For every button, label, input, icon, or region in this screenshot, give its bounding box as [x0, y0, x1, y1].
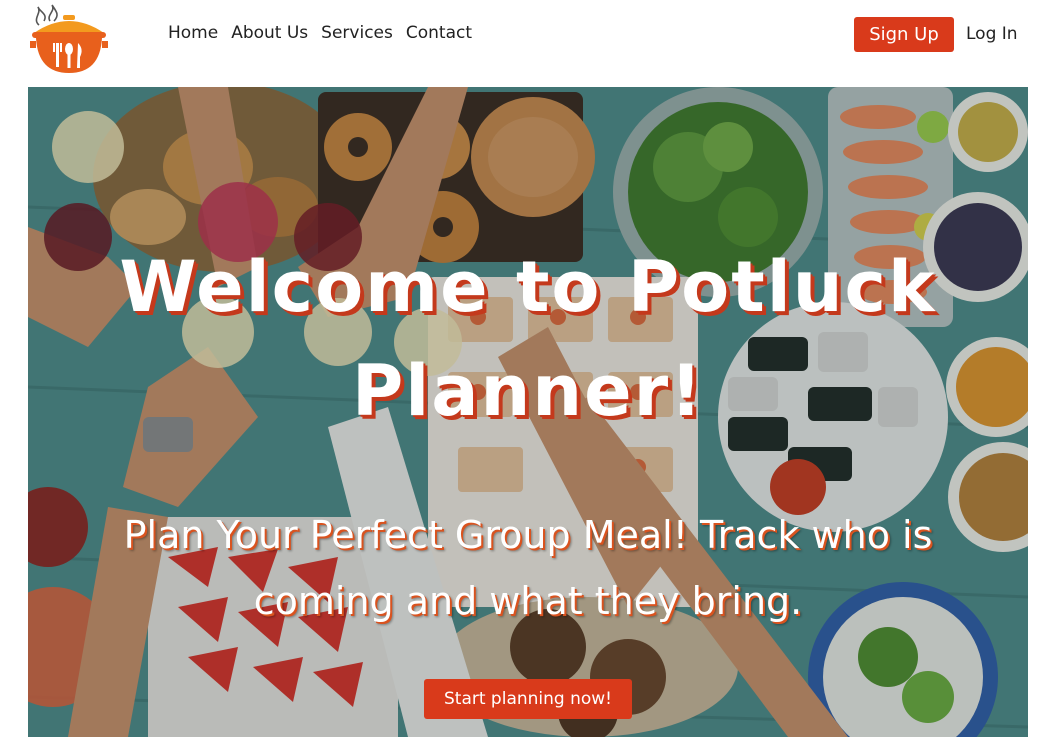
login-link[interactable]: Log In [966, 23, 1018, 45]
nav-services-link[interactable]: Services [321, 22, 393, 44]
nav-about-link[interactable]: About Us [231, 22, 308, 44]
nav-contact-link[interactable]: Contact [406, 22, 472, 44]
signup-button[interactable]: Sign Up [854, 17, 954, 52]
hero-banner: Welcome to Potluck Planner! Plan Your Pe… [28, 87, 1028, 737]
hero-title: Welcome to Potluck Planner! [119, 246, 937, 432]
site-header: Home About Us Services Contact Sign Up L… [0, 0, 1056, 87]
hero-subtitle: Plan Your Perfect Group Meal! Track who … [123, 513, 933, 623]
cooking-pot-icon [30, 4, 108, 73]
logo-link[interactable] [30, 3, 108, 75]
start-planning-button[interactable]: Start planning now! [424, 679, 632, 719]
nav-home-link[interactable]: Home [168, 22, 218, 44]
